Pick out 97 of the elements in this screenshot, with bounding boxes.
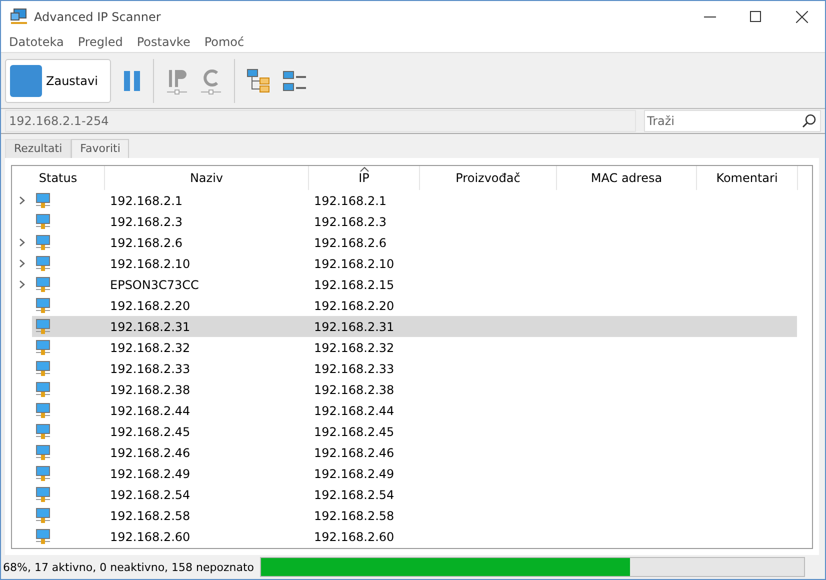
table-cell-text: 192.168.2.45 xyxy=(109,424,192,438)
computer-icon xyxy=(35,382,51,398)
table-cell-text: 192.168.2.1 xyxy=(313,194,388,208)
table-cell-text: 192.168.2.32 xyxy=(109,340,192,354)
column-header[interactable]: Komentari xyxy=(716,171,778,185)
computer-icon xyxy=(35,528,51,544)
table-cell-text: 192.168.2.60 xyxy=(109,530,192,544)
table-cell-text: EPSON3C73CC xyxy=(109,278,200,292)
menu-item[interactable]: Pomoć xyxy=(204,35,244,49)
computer-icon xyxy=(35,508,51,524)
table-cell-text: 192.168.2.54 xyxy=(313,488,396,502)
table-row[interactable]: 192.168.2.54 192.168.2.54 xyxy=(32,484,797,505)
pause-icon[interactable] xyxy=(123,70,141,92)
network-tree-icon[interactable] xyxy=(247,68,271,92)
table-cell-text: 192.168.2.46 xyxy=(313,446,396,460)
tab[interactable]: Favoriti xyxy=(71,139,130,158)
table-cell-text: 192.168.2.58 xyxy=(313,508,396,522)
column-header[interactable]: Status xyxy=(38,171,78,185)
computer-icon xyxy=(35,234,51,250)
sort-indicator-icon xyxy=(360,167,369,172)
table-row[interactable]: EPSON3C73CC 192.168.2.15 xyxy=(32,274,797,295)
table-cell-text: 192.168.2.38 xyxy=(109,382,192,396)
table-row[interactable]: 192.168.2.6 192.168.2.6 xyxy=(32,232,797,253)
table-row[interactable]: 192.168.2.33 192.168.2.33 xyxy=(32,358,797,379)
table-cell-text: 192.168.2.49 xyxy=(313,466,396,480)
table-cell-text: 192.168.2.10 xyxy=(109,256,192,270)
computer-icon xyxy=(35,256,51,272)
computer-icon xyxy=(35,402,51,418)
table-cell-text: 192.168.2.32 xyxy=(313,340,396,354)
table-cell-text: 192.168.2.60 xyxy=(313,530,396,544)
expand-chevron-icon[interactable] xyxy=(19,280,25,289)
table-cell-text: 192.168.2.33 xyxy=(109,362,192,376)
table-row[interactable]: 192.168.2.49 192.168.2.49 xyxy=(32,463,797,484)
computer-icon xyxy=(35,424,51,440)
computer-icon xyxy=(35,318,51,334)
table-cell-text: 192.168.2.46 xyxy=(109,446,192,460)
menu-item[interactable]: Postavke xyxy=(136,35,190,49)
table-row[interactable]: 192.168.2.3 192.168.2.3 xyxy=(32,211,797,232)
table-cell-text: 192.168.2.3 xyxy=(109,214,184,228)
computer-icon xyxy=(35,466,51,482)
table-row[interactable]: 192.168.2.10 192.168.2.10 xyxy=(32,253,797,274)
table-row[interactable]: 192.168.2.58 192.168.2.58 xyxy=(32,505,797,526)
table-cell-text: 192.168.2.31 xyxy=(313,320,396,334)
table-row[interactable]: 192.168.2.38 192.168.2.38 xyxy=(32,379,797,400)
expand-chevron-icon[interactable] xyxy=(19,259,25,268)
table-cell-text: 192.168.2.10 xyxy=(313,256,396,270)
search-field[interactable]: Traži xyxy=(644,110,821,132)
table-cell-text: 192.168.2.38 xyxy=(313,382,396,396)
ip-range-field[interactable]: 192.168.2.1-254 xyxy=(5,110,636,132)
table-cell-text: 192.168.2.33 xyxy=(313,362,396,376)
table-cell-text: 192.168.2.6 xyxy=(109,236,184,250)
window-title: Advanced IP Scanner xyxy=(34,10,161,24)
tab[interactable]: Rezultati xyxy=(5,139,72,158)
table-cell-text: 192.168.2.49 xyxy=(109,466,192,480)
table-cell-text: 192.168.2.45 xyxy=(313,424,396,438)
menu-item[interactable]: Pregled xyxy=(78,35,123,49)
table-cell-text: 192.168.2.6 xyxy=(313,236,388,250)
column-header[interactable]: Proizvođač xyxy=(456,171,520,185)
column-header[interactable]: MAC adresa xyxy=(590,171,662,185)
table-row[interactable]: 192.168.2.32 192.168.2.32 xyxy=(32,337,797,358)
table-row[interactable]: 192.168.2.60 192.168.2.60 xyxy=(32,526,797,547)
table-cell-text: 192.168.2.31 xyxy=(109,320,192,334)
app-icon xyxy=(10,8,28,26)
expand-chevron-icon[interactable] xyxy=(19,196,25,205)
table-cell-text: 192.168.2.3 xyxy=(313,214,388,228)
table-row[interactable]: 192.168.2.44 192.168.2.44 xyxy=(32,400,797,421)
table-cell-text: 192.168.2.44 xyxy=(109,404,192,418)
table-row[interactable]: 192.168.2.31 192.168.2.31 xyxy=(32,316,797,337)
table-cell-text: 192.168.2.15 xyxy=(313,278,396,292)
close-icon[interactable] xyxy=(796,10,808,22)
table-cell-text: 192.168.2.20 xyxy=(313,298,396,312)
search-icon[interactable] xyxy=(802,114,816,128)
table-cell-text: 192.168.2.54 xyxy=(109,488,192,502)
table-cell-text: 192.168.2.20 xyxy=(109,298,192,312)
stop-button[interactable]: Zaustavi xyxy=(5,58,111,102)
table-row[interactable]: 192.168.2.45 192.168.2.45 xyxy=(32,421,797,442)
column-header[interactable]: Naziv xyxy=(190,171,224,185)
computer-icon xyxy=(35,360,51,376)
computer-icon xyxy=(35,192,51,208)
expand-chevron-icon[interactable] xyxy=(19,238,25,247)
computer-icon xyxy=(35,444,51,460)
computer-icon xyxy=(35,486,51,502)
menu-item[interactable]: Datoteka xyxy=(9,35,64,49)
table-cell-text: 192.168.2.58 xyxy=(109,508,192,522)
table-cell-text: 192.168.2.44 xyxy=(313,404,396,418)
status-text: 68%, 17 aktivno, 0 neaktivno, 158 nepoznato xyxy=(3,560,254,574)
column-header[interactable]: IP xyxy=(358,171,370,185)
maximize-icon[interactable] xyxy=(750,10,762,22)
table-row[interactable]: 192.168.2.46 192.168.2.46 xyxy=(32,442,797,463)
table-row[interactable]: 192.168.2.20 192.168.2.20 xyxy=(32,295,797,316)
computer-icon xyxy=(35,214,51,230)
table-row[interactable]: 192.168.2.1 192.168.2.1 xyxy=(32,190,797,211)
list-view-icon[interactable] xyxy=(283,70,307,90)
computer-icon xyxy=(35,276,51,292)
table-cell-text: 192.168.2.1 xyxy=(109,194,184,208)
computer-icon xyxy=(35,340,51,356)
computer-icon xyxy=(35,298,51,314)
